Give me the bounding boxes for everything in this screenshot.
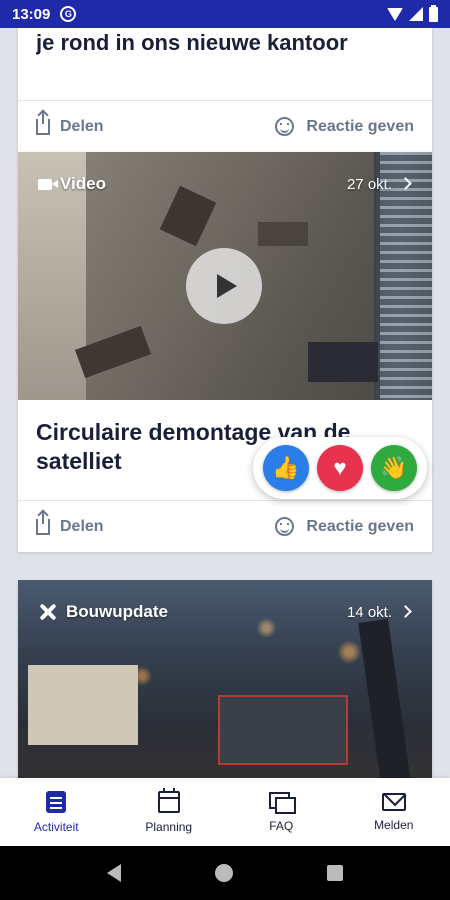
share-label: Delen bbox=[60, 117, 104, 135]
nav-item-faq[interactable]: FAQ bbox=[225, 778, 338, 846]
wifi-icon bbox=[387, 7, 403, 21]
reaction-picker: 👍 ♥ 👋 bbox=[253, 437, 427, 499]
image-building bbox=[28, 665, 138, 745]
card-title: je rond in ons nieuwe kantoor bbox=[36, 30, 348, 55]
card-actions: Delen Reactie geven bbox=[18, 500, 432, 552]
card-date: 14 okt. bbox=[346, 604, 392, 621]
chevron-right-icon[interactable] bbox=[399, 605, 412, 618]
home-icon[interactable] bbox=[215, 864, 233, 882]
video-thumbnail[interactable]: Video 27 okt. bbox=[18, 152, 432, 400]
mail-icon bbox=[381, 792, 406, 811]
faq-icon bbox=[269, 791, 297, 814]
play-button[interactable] bbox=[186, 248, 262, 324]
nav-label: Activiteit bbox=[33, 819, 79, 834]
category-label: Video bbox=[38, 174, 106, 194]
nav-label: Melden bbox=[374, 817, 414, 832]
react-button[interactable]: Reactie geven bbox=[275, 517, 414, 536]
activity-feed[interactable]: je rond in ons nieuwe kantoor Delen Reac… bbox=[0, 28, 450, 778]
nav-label: Planning bbox=[145, 819, 193, 834]
smile-icon bbox=[275, 117, 295, 136]
like-reaction-button[interactable]: 👍 bbox=[263, 445, 309, 491]
status-icons bbox=[387, 4, 438, 22]
recent-apps-icon[interactable] bbox=[327, 865, 343, 881]
share-button[interactable]: Delen bbox=[36, 111, 104, 136]
back-icon[interactable] bbox=[107, 864, 121, 882]
sync-icon: G bbox=[60, 6, 77, 22]
category-label: Bouwupdate bbox=[38, 602, 168, 622]
activity-icon bbox=[46, 790, 67, 813]
category-text: Video bbox=[60, 174, 106, 193]
status-bar: 13:09 G bbox=[0, 0, 450, 28]
feed-card-build-update[interactable]: Bouwupdate 14 okt. bbox=[18, 580, 432, 778]
react-label: Reactie geven bbox=[306, 117, 414, 135]
nav-label: FAQ bbox=[269, 818, 294, 833]
thumbnail-detail bbox=[308, 342, 378, 382]
feed-card[interactable]: je rond in ons nieuwe kantoor Delen Reac… bbox=[18, 28, 432, 152]
smile-icon bbox=[275, 517, 295, 536]
image-street bbox=[358, 618, 416, 778]
tools-icon bbox=[38, 603, 58, 621]
share-label: Delen bbox=[60, 517, 104, 535]
react-button[interactable]: Reactie geven bbox=[275, 117, 414, 136]
nav-item-melden[interactable]: Melden bbox=[338, 778, 450, 846]
react-label: Reactie geven bbox=[306, 517, 414, 535]
battery-icon bbox=[429, 4, 438, 22]
card-date: 27 okt. bbox=[346, 176, 392, 193]
share-icon bbox=[36, 511, 50, 535]
wave-reaction-button[interactable]: 👋 bbox=[371, 445, 417, 491]
bottom-navigation: Activiteit Planning FAQ Melden bbox=[0, 778, 450, 846]
play-icon bbox=[217, 274, 237, 298]
nav-item-activiteit[interactable]: Activiteit bbox=[0, 778, 113, 846]
love-reaction-button[interactable]: ♥ bbox=[317, 445, 363, 491]
thumbnail-detail bbox=[74, 325, 152, 379]
card-actions: Delen Reactie geven bbox=[18, 100, 432, 152]
image-roof bbox=[218, 695, 348, 765]
video-camera-icon bbox=[38, 178, 58, 190]
system-navigation-bar bbox=[0, 846, 450, 900]
category-text: Bouwupdate bbox=[66, 602, 168, 621]
calendar-icon bbox=[157, 787, 180, 813]
signal-icon bbox=[409, 7, 423, 21]
status-time: 13:09 bbox=[12, 5, 51, 23]
nav-item-planning[interactable]: Planning bbox=[113, 778, 226, 846]
thumbnail-detail bbox=[159, 185, 217, 247]
build-update-image[interactable]: Bouwupdate 14 okt. bbox=[18, 580, 432, 778]
share-button[interactable]: Delen bbox=[36, 511, 104, 536]
share-icon bbox=[36, 111, 50, 135]
thumbnail-detail bbox=[258, 222, 308, 246]
